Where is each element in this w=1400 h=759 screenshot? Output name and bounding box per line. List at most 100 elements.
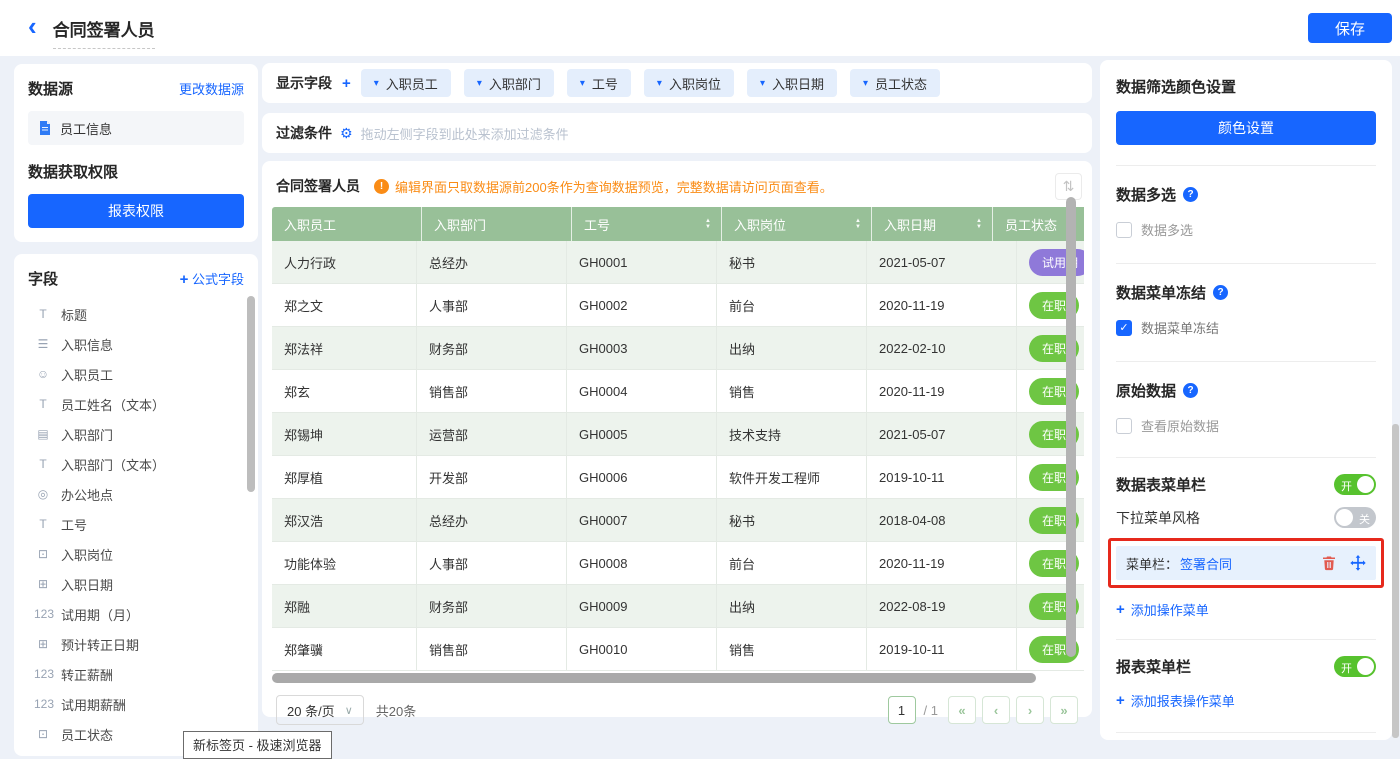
sort-tool-icon[interactable]: ⇅ [1055, 173, 1082, 200]
trash-icon[interactable] [1321, 555, 1337, 571]
table-vertical-scrollbar[interactable] [1066, 197, 1076, 657]
field-item[interactable]: 123 试用期（月） [28, 599, 252, 629]
table-header-cell[interactable]: 入职部门 ▲▼ [422, 207, 572, 241]
add-formula-field-link[interactable]: + 公式字段 [180, 269, 244, 288]
field-label: 工号 [61, 515, 87, 534]
chip-label: 入职日期 [772, 74, 824, 93]
cell-employee: 功能体验 [272, 542, 417, 584]
chip-label: 员工状态 [875, 74, 927, 93]
table-header-cell[interactable]: 入职日期 ▲▼ [872, 207, 993, 241]
report-menu-toggle[interactable]: 开 [1334, 656, 1376, 677]
move-icon[interactable] [1350, 555, 1366, 571]
table-header-cell[interactable]: 工号 ▲▼ [572, 207, 722, 241]
page-size-select[interactable]: 20 条/页 ∨ [276, 695, 364, 725]
save-button[interactable]: 保存 [1308, 13, 1392, 43]
column-label: 入职日期 [884, 215, 936, 234]
raw-data-checkbox[interactable]: 查看原始数据 [1116, 416, 1376, 435]
dropdown-style-title: 下拉菜单风格 [1116, 508, 1200, 528]
table-row: 郑融 财务部 GH0009 出纳 2022-08-19 在职 [272, 585, 1084, 628]
number-icon: 123 [34, 697, 52, 711]
field-item[interactable]: ⊞ 入职日期 [28, 569, 252, 599]
chevron-down-icon: ▾ [760, 78, 765, 89]
field-item[interactable]: ◎ 办公地点 [28, 479, 252, 509]
table-menu-toggle[interactable]: 开 [1334, 474, 1376, 495]
add-display-field-icon[interactable]: + [342, 75, 351, 92]
display-field-chips: ▾ 入职员工 ▾ 入职部门 ▾ 工号 ▾ 入职岗位 [361, 69, 940, 97]
datasource-item[interactable]: 员工信息 [28, 111, 244, 145]
next-page-button[interactable]: › [1016, 696, 1044, 724]
field-label: 预计转正日期 [61, 635, 139, 654]
field-item[interactable]: T 入职部门（文本） [28, 449, 252, 479]
field-item[interactable]: 123 试用期薪酬 [28, 689, 252, 719]
field-item[interactable]: ☺ 入职员工 [28, 359, 252, 389]
plus-icon: + [1116, 692, 1125, 709]
sort-arrows-icon[interactable]: ▲▼ [855, 219, 861, 230]
cell-job-number: GH0006 [567, 456, 717, 498]
report-permission-button[interactable]: 报表权限 [28, 194, 244, 228]
number-icon: 123 [34, 607, 52, 621]
display-field-chip[interactable]: ▾ 工号 [567, 69, 631, 97]
form-icon: ☰ [34, 337, 52, 351]
page-size-value: 20 条/页 [287, 701, 335, 720]
field-item[interactable]: ⊡ 入职岗位 [28, 539, 252, 569]
add-report-menu-link[interactable]: + 添加报表操作菜单 [1116, 691, 1376, 710]
field-label: 员工状态 [61, 725, 113, 744]
last-page-button[interactable]: » [1050, 696, 1078, 724]
field-item[interactable]: T 工号 [28, 509, 252, 539]
person-icon: ☺ [34, 367, 52, 381]
cell-employee: 郑锡坤 [272, 413, 417, 455]
table-row: 郑之文 人事部 GH0002 前台 2020-11-19 在职 [272, 284, 1084, 327]
display-field-chip[interactable]: ▾ 入职部门 [464, 69, 554, 97]
menu-bar-item[interactable]: 菜单栏： 签署合同 [1116, 546, 1376, 580]
add-action-menu-link[interactable]: + 添加操作菜单 [1116, 600, 1376, 619]
help-icon[interactable]: ? [1213, 285, 1228, 300]
display-field-chip[interactable]: ▾ 入职日期 [747, 69, 837, 97]
help-icon[interactable]: ? [1183, 187, 1198, 202]
display-field-chip[interactable]: ▾ 入职员工 [361, 69, 451, 97]
back-icon[interactable]: ‹ [28, 13, 37, 39]
menu-freeze-checkbox[interactable]: ✓ 数据菜单冻结 [1116, 318, 1376, 337]
pagination: / 1 « ‹ › » [888, 696, 1078, 724]
cell-job-number: GH0003 [567, 327, 717, 369]
cell-employee: 人力行政 [272, 241, 417, 283]
date-icon: ⊞ [34, 577, 52, 591]
gear-icon[interactable]: ⚙ [340, 125, 353, 142]
field-item[interactable]: 123 转正薪酬 [28, 659, 252, 689]
column-label: 入职员工 [284, 215, 336, 234]
field-item[interactable]: T 标题 [28, 299, 252, 329]
dropdown-style-toggle[interactable]: 关 [1334, 507, 1376, 528]
display-field-chip[interactable]: ▾ 入职岗位 [644, 69, 734, 97]
page-scrollbar[interactable] [1392, 424, 1399, 738]
field-item[interactable]: ▤ 入职部门 [28, 419, 252, 449]
menu-bar-value[interactable]: 签署合同 [1180, 554, 1232, 573]
caret-down-icon: ∨ [345, 704, 353, 717]
field-item[interactable]: T 员工姓名（文本） [28, 389, 252, 419]
cell-hire-date: 2022-02-10 [867, 327, 1017, 369]
table-horizontal-scrollbar[interactable] [272, 673, 1036, 683]
page-input[interactable] [888, 696, 916, 724]
field-list-scrollbar[interactable] [247, 296, 255, 492]
table-row: 郑法祥 财务部 GH0003 出纳 2022-02-10 在职 [272, 327, 1084, 370]
cell-position: 出纳 [717, 585, 867, 627]
cell-job-number: GH0007 [567, 499, 717, 541]
prev-page-button[interactable]: ‹ [982, 696, 1010, 724]
cell-job-number: GH0010 [567, 628, 717, 670]
cell-department: 财务部 [417, 585, 567, 627]
table-header-cell[interactable]: 入职岗位 ▲▼ [722, 207, 872, 241]
multi-select-checkbox[interactable]: 数据多选 [1116, 220, 1376, 239]
color-settings-button[interactable]: 颜色设置 [1116, 111, 1376, 145]
sort-arrows-icon[interactable]: ▲▼ [976, 219, 982, 230]
first-page-button[interactable]: « [948, 696, 976, 724]
field-item[interactable]: ⊞ 预计转正日期 [28, 629, 252, 659]
field-item[interactable]: ☰ 入职信息 [28, 329, 252, 359]
display-field-chip[interactable]: ▾ 员工状态 [850, 69, 940, 97]
table-header-cell[interactable]: 入职员工 ▲▼ [272, 207, 422, 241]
data-table: 入职员工 ▲▼ 入职部门 ▲▼ 工号 [272, 207, 1084, 683]
menu-bar-label: 菜单栏： [1126, 554, 1178, 573]
sort-arrows-icon[interactable]: ▲▼ [705, 219, 711, 230]
help-icon[interactable]: ? [1183, 383, 1198, 398]
change-datasource-link[interactable]: 更改数据源 [179, 79, 244, 98]
highlight-red-box: 菜单栏： 签署合同 [1108, 538, 1384, 588]
cell-employee: 郑汉浩 [272, 499, 417, 541]
table-header-cell[interactable]: 员工状态 ▲▼ [993, 207, 1067, 241]
